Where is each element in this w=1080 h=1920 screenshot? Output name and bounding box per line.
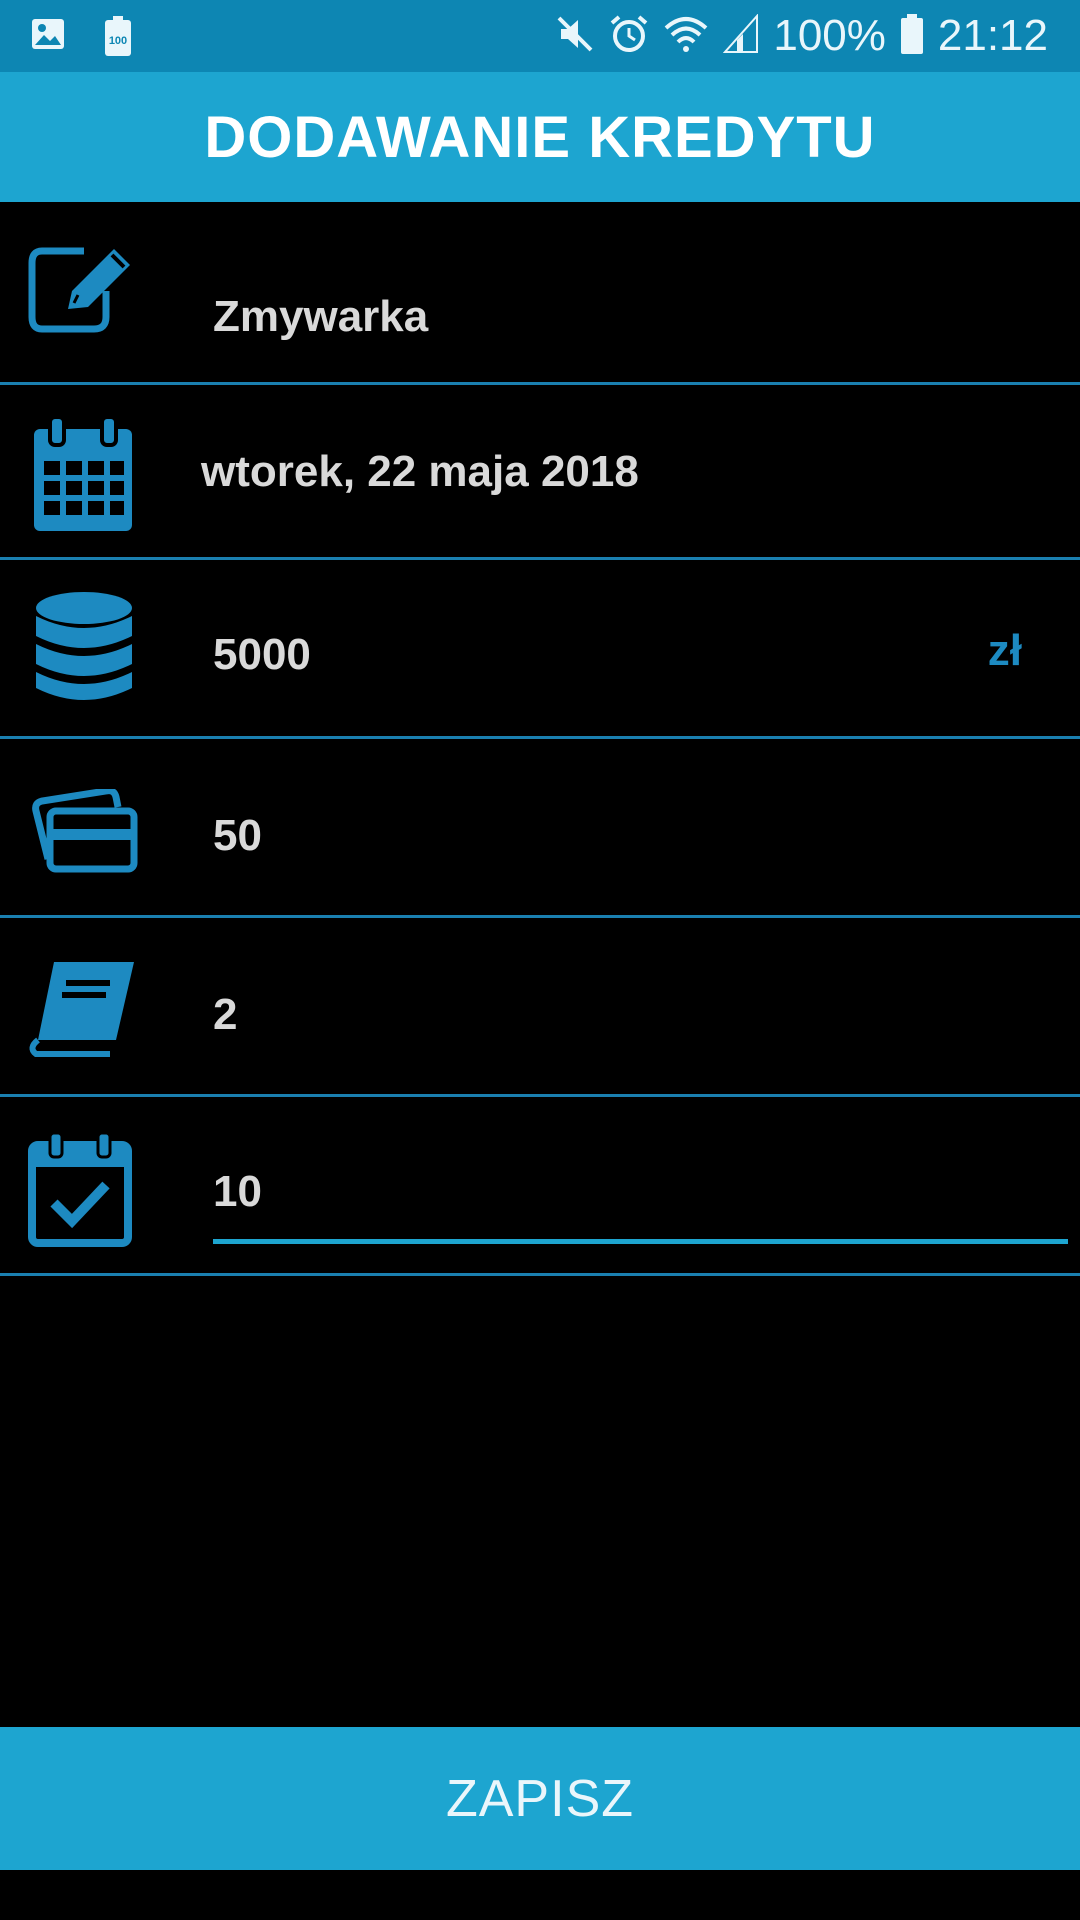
name-row[interactable]: Zmywarka (0, 202, 1080, 385)
duration-input-underline (213, 1239, 1068, 1244)
date-field[interactable]: wtorek, 22 maja 2018 (201, 447, 639, 497)
alarm-icon (609, 14, 649, 59)
interest-field[interactable]: 2 (213, 990, 237, 1040)
mute-icon (555, 14, 595, 59)
amount-field[interactable]: 5000 (213, 630, 311, 680)
date-row[interactable]: wtorek, 22 maja 2018 (0, 385, 1080, 560)
clock: 21:12 (937, 11, 1048, 60)
save-button-label: ZAPISZ (445, 1769, 635, 1828)
battery-percent: 100% (773, 11, 886, 60)
status-right: 100% 21:12 (555, 10, 1048, 62)
coins-stack-icon (28, 590, 140, 713)
status-left: 100 (30, 16, 132, 61)
name-field[interactable]: Zmywarka (213, 292, 428, 342)
edit-icon (28, 245, 140, 340)
currency-unit: zł (987, 626, 1022, 675)
wifi-icon (663, 14, 709, 59)
interest-row[interactable]: 2 (0, 918, 1080, 1097)
save-button[interactable]: ZAPISZ (0, 1727, 1080, 1870)
amount-row[interactable]: 5000 zł (0, 560, 1080, 739)
status-bar: 100 100% 21:12 (0, 0, 1080, 72)
battery-saver-icon: 100 (104, 16, 132, 61)
duration-field[interactable]: 10 (213, 1167, 262, 1217)
cards-icon (28, 787, 140, 878)
calendar-check-icon (26, 1131, 138, 1252)
book-icon (28, 958, 140, 1063)
title-bar: DODAWANIE KREDYTU (0, 72, 1080, 202)
installment-field[interactable]: 50 (213, 811, 262, 861)
battery-icon (900, 13, 924, 59)
image-icon (30, 16, 66, 61)
svg-text:100: 100 (109, 35, 127, 47)
calendar-icon (28, 415, 140, 540)
duration-row[interactable]: 10 (0, 1097, 1080, 1276)
page-title: DODAWANIE KREDYTU (204, 104, 876, 170)
signal-icon (723, 12, 759, 59)
credit-form: Zmywarka wtorek, 22 maja 2018 5000 zł 50… (0, 202, 1080, 1276)
installment-row[interactable]: 50 (0, 739, 1080, 918)
